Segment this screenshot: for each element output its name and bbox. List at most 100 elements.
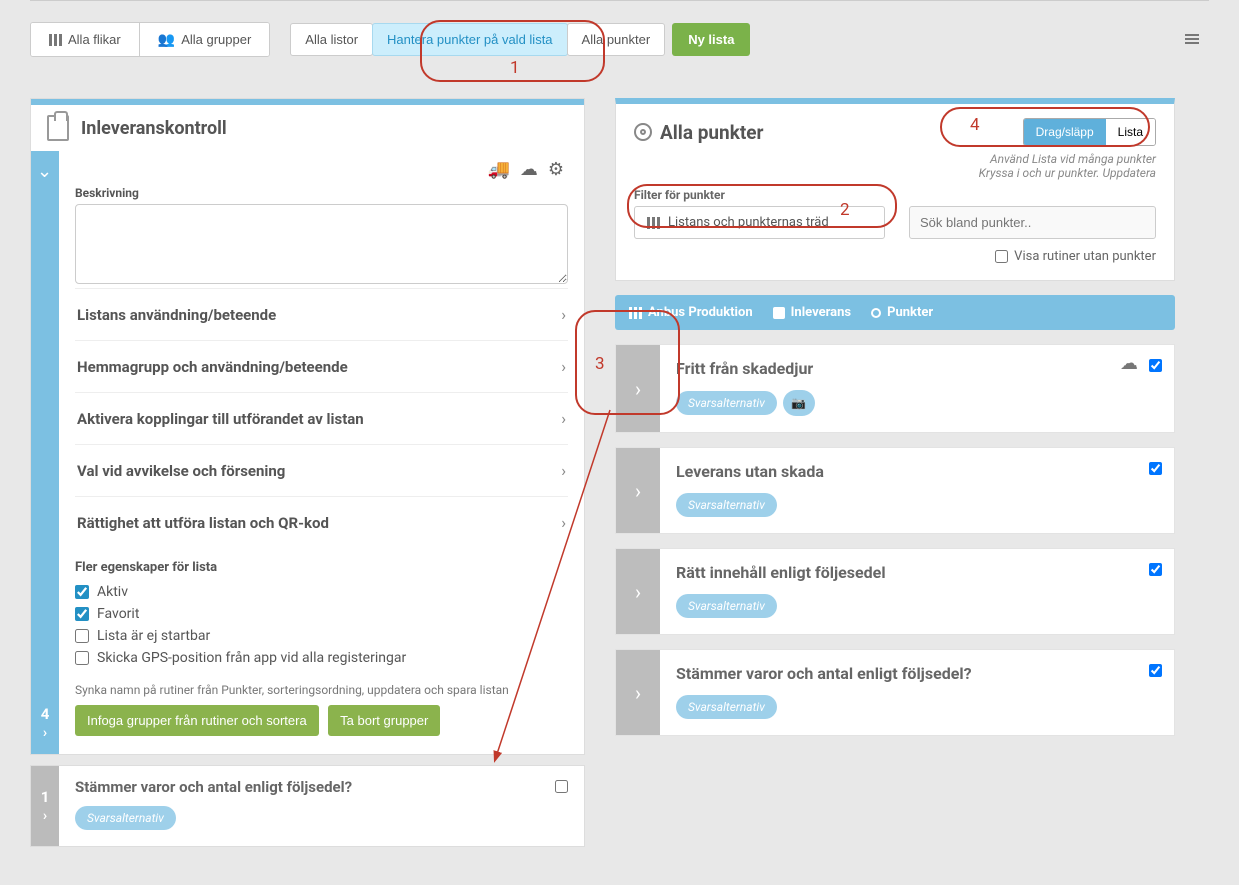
point-title: Fritt från skadedjur <box>676 359 1134 378</box>
hint-2: Kryssa i och ur punkter. Uppdatera <box>634 166 1156 180</box>
seg-list[interactable]: Lista <box>1106 119 1155 145</box>
chevron-right-icon: › <box>635 479 641 503</box>
cb-startbar-label: Lista är ej startbar <box>97 628 210 644</box>
menu-icon[interactable] <box>1175 21 1209 58</box>
acc-usage-label: Listans användning/beteende <box>77 306 276 324</box>
chevron-right-icon: › <box>635 377 641 401</box>
collapse-handle[interactable]: ⌄ <box>31 151 59 754</box>
row-handle[interactable]: 1 › <box>31 766 59 846</box>
chevron-down-icon: ⌄ <box>37 161 52 182</box>
cb-aktiv[interactable] <box>75 585 89 599</box>
tab-alla-punkter[interactable]: Alla punkter <box>567 23 666 56</box>
chevron-right-icon: › <box>561 409 566 428</box>
chevron-right-icon: › <box>561 461 566 480</box>
list-row-1[interactable]: 1 › Stämmer varor och antal enligt följs… <box>30 765 585 847</box>
handle-4[interactable]: 4 › <box>31 692 59 754</box>
point-pill[interactable]: Svarsalternativ <box>676 493 777 517</box>
view-tabs: Alla listor Hantera punkter på vald list… <box>290 23 664 56</box>
topbar: Alla flikar 👥 Alla grupper Alla listor H… <box>30 0 1209 68</box>
new-list-button[interactable]: Ny lista <box>672 23 750 56</box>
point-checkbox[interactable] <box>1149 563 1162 576</box>
point-row[interactable]: ›Leverans utan skadaSvarsalternativ <box>615 447 1175 534</box>
acc-usage[interactable]: Listans användning/beteende › <box>75 288 568 340</box>
tree-selector[interactable]: Listans och punkternas träd <box>634 206 885 239</box>
filter-label: Filter för punkter <box>634 188 1156 202</box>
row-number: 1 <box>41 788 50 806</box>
crumb-b[interactable]: Inleverans <box>791 305 851 320</box>
chevron-right-icon: › <box>635 681 641 705</box>
columns-icon <box>49 34 62 46</box>
cb-aktiv-label: Aktiv <box>97 584 128 600</box>
all-tabs-selector[interactable]: Alla flikar <box>31 23 139 56</box>
point-pill[interactable]: Svarsalternativ <box>676 594 777 618</box>
acc-rights[interactable]: Rättighet att utföra listan och QR-kod › <box>75 496 568 548</box>
list-editor-card: Inleveranskontroll ⌄ 🚚 ☁ ⚙ Beskrivning L… <box>30 98 585 755</box>
search-input[interactable] <box>909 206 1156 239</box>
point-row[interactable]: › Rätt innehåll enligt följesedel Svarsalt… <box>615 548 1175 635</box>
sync-note: Synka namn på rutiner från Punkter, sort… <box>75 669 568 705</box>
insert-groups-button[interactable]: Infoga grupper från rutiner och sortera <box>75 705 319 736</box>
cb-favorit[interactable] <box>75 607 89 621</box>
list-title: Inleveranskontroll <box>81 118 227 139</box>
acc-rights-label: Rättighet att utföra listan och QR-kod <box>77 514 329 532</box>
description-input[interactable] <box>75 204 568 284</box>
row-checkbox[interactable] <box>555 780 568 793</box>
drag-handle[interactable]: › <box>616 650 660 735</box>
acc-homegroup-label: Hemmagrupp och användning/beteende <box>77 358 348 376</box>
dot-icon <box>871 308 881 318</box>
crumb-c[interactable]: Punkter <box>887 305 933 320</box>
share-icon[interactable]: ⚙ <box>548 159 564 180</box>
row-title: Stämmer varor och antal enligt följsedel… <box>75 778 568 796</box>
chevron-right-icon: › <box>561 357 566 376</box>
point-checkbox[interactable] <box>1149 664 1162 677</box>
handle-4-num: 4 <box>41 705 50 723</box>
point-pill[interactable]: Svarsalternativ <box>676 695 777 719</box>
points-panel: Alla punkter Drag/släpp Lista Använd Lis… <box>615 98 1175 281</box>
truck-icon[interactable]: 🚚 <box>487 159 509 180</box>
columns-icon <box>647 217 660 229</box>
tab-hantera-punkter[interactable]: Hantera punkter på vald lista <box>372 23 567 56</box>
drag-handle[interactable]: › <box>616 549 660 634</box>
visa-checkbox[interactable] <box>995 250 1008 263</box>
acc-activate[interactable]: Aktivera kopplingar till utförandet av l… <box>75 392 568 444</box>
acc-deviation[interactable]: Val vid avvikelse och försening› <box>75 444 568 496</box>
point-row[interactable]: › Stämmer varor och antal enligt följsede… <box>615 649 1175 736</box>
seg-drag[interactable]: Drag/släpp <box>1024 119 1106 145</box>
hint-1: Använd Lista vid många punkter <box>634 152 1156 166</box>
row-pill[interactable]: Svarsalternativ <box>75 806 176 830</box>
people-icon: 👥 <box>158 31 175 48</box>
drag-handle[interactable]: › <box>616 448 660 533</box>
view-mode-segment: Drag/släpp Lista <box>1023 118 1156 146</box>
point-title: Stämmer varor och antal enligt följsedel… <box>676 664 1134 683</box>
camera-icon[interactable]: 📷 <box>783 390 815 416</box>
visa-label: Visa rutiner utan punkter <box>1014 249 1156 264</box>
tree-selector-label: Listans och punkternas träd <box>668 215 829 230</box>
more-props-heading: Fler egenskaper för lista <box>75 548 568 581</box>
columns-icon <box>629 307 642 319</box>
point-checkbox[interactable] <box>1149 462 1162 475</box>
cb-startbar[interactable] <box>75 629 89 643</box>
cb-gps[interactable] <box>75 651 89 665</box>
point-pill[interactable]: Svarsalternativ <box>676 391 777 415</box>
acc-homegroup[interactable]: Hemmagrupp och användning/beteende › <box>75 340 568 392</box>
point-title: Rätt innehåll enligt följesedel <box>676 563 1134 582</box>
all-tabs-label: Alla flikar <box>68 32 121 47</box>
tree-down-icon[interactable]: ☁ <box>1120 353 1138 374</box>
chevron-right-icon: › <box>561 513 566 532</box>
chevron-right-icon: › <box>635 580 641 604</box>
all-groups-selector[interactable]: 👥 Alla grupper <box>139 23 270 56</box>
remove-groups-button[interactable]: Ta bort grupper <box>328 705 440 736</box>
target-icon <box>634 123 652 141</box>
chevron-right-icon: › <box>43 808 47 824</box>
cloud-down-icon[interactable]: ☁ <box>520 159 538 180</box>
drag-handle[interactable]: › <box>616 345 660 432</box>
selector-group: Alla flikar 👥 Alla grupper <box>30 22 270 57</box>
point-row[interactable]: › Fritt från skadedjur Svarsalternativ📷 ☁ <box>615 344 1175 433</box>
square-icon <box>773 307 785 319</box>
crumb-a[interactable]: Anbus Produktion <box>648 305 753 320</box>
point-checkbox[interactable] <box>1149 359 1162 372</box>
tab-alla-listor[interactable]: Alla listor <box>290 23 373 56</box>
cb-gps-label: Skicka GPS-position från app vid alla re… <box>97 650 406 666</box>
all-groups-label: Alla grupper <box>181 32 251 47</box>
chevron-right-icon: › <box>561 305 566 324</box>
